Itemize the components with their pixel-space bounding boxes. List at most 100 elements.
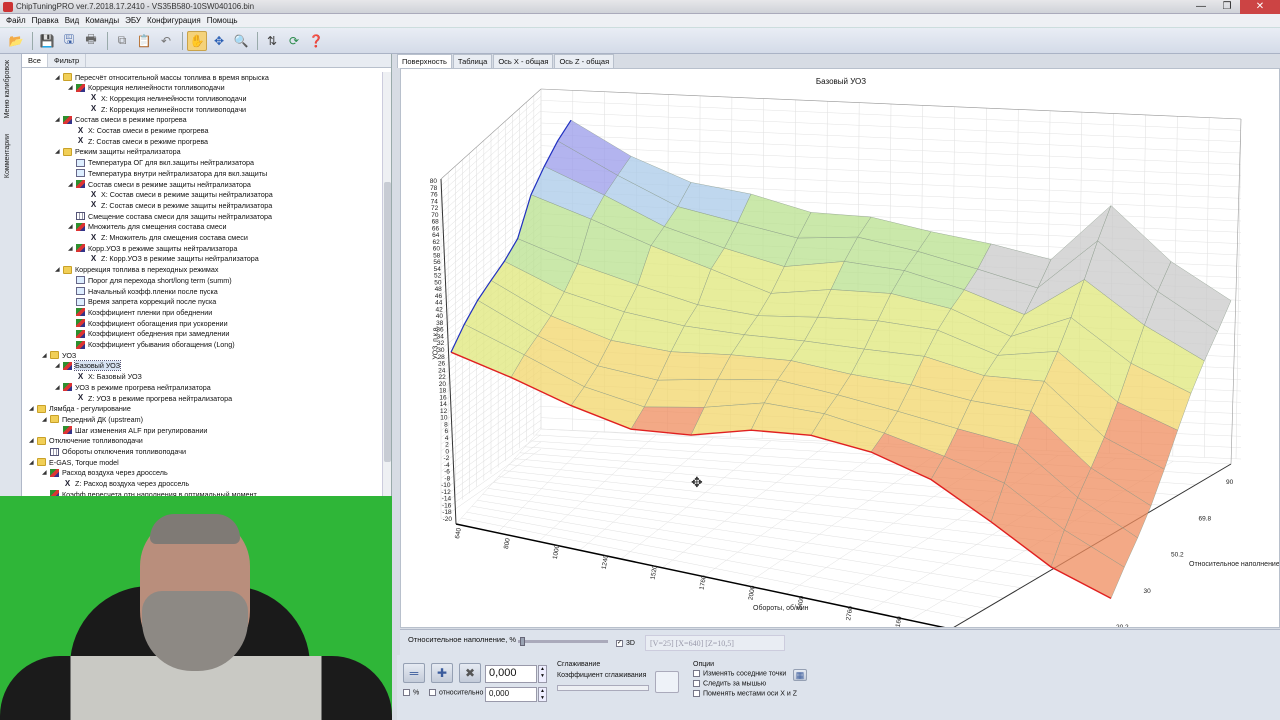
section-slider-track[interactable]: [518, 640, 608, 643]
tab-x-axis[interactable]: Ось X - общая: [493, 54, 554, 68]
maximize-button[interactable]: ❐: [1214, 0, 1240, 14]
tree-node[interactable]: X Z: Состав смеси в режиме защиты нейтрал…: [81, 200, 272, 210]
expand-arrow-icon[interactable]: ◢: [68, 223, 76, 230]
tree-node[interactable]: Коэффициент обеднения при замедлении: [68, 329, 229, 339]
tree-node[interactable]: ◢ E-GAS, Torque model: [29, 457, 119, 467]
tree-node[interactable]: X Z: Состав смеси в режиме прогрева: [68, 136, 208, 146]
tree-node[interactable]: X Z: УОЗ в режиме прогрева нейтрализатора: [68, 393, 232, 403]
option-change-neighbors[interactable]: Изменять соседние точки: [693, 670, 786, 677]
tree-node[interactable]: ◢ Режим защиты нейтрализатора: [55, 147, 181, 157]
percent-check[interactable]: %: [403, 689, 419, 696]
option-checkbox[interactable]: [693, 670, 700, 677]
tree-node[interactable]: Температура внутри нейтрализатора для вк…: [68, 168, 267, 178]
tree-node[interactable]: ◢ УОЗ в режиме прогрева нейтрализатора: [55, 382, 211, 392]
tab-z-axis[interactable]: Ось Z - общая: [554, 54, 615, 68]
surface-plot[interactable]: Базовый УОЗ 80 78 76 74 72 70 68 66 64 62 60 58 56 54…: [400, 68, 1280, 628]
tab-comments[interactable]: Комментарии: [4, 134, 11, 178]
tree-node[interactable]: Порог для перехода short/long term (summ…: [68, 275, 232, 285]
tree-node[interactable]: X Z: Коррекция нелинейности топливоподачи: [81, 104, 246, 114]
tree-node[interactable]: ◢ Базовый УОЗ: [55, 360, 122, 372]
tree-node[interactable]: Температура ОГ для вкл.защиты нейтрализа…: [68, 158, 254, 168]
smooth-icon[interactable]: [655, 671, 679, 693]
refresh-icon[interactable]: ⟳: [284, 31, 304, 51]
section-slider-handle[interactable]: [520, 637, 525, 646]
tab-all[interactable]: Все: [22, 54, 48, 67]
tab-surface[interactable]: Поверхность: [397, 54, 452, 68]
option-checkbox[interactable]: [693, 690, 700, 697]
paste-icon[interactable]: 📋: [134, 31, 154, 51]
relative-check[interactable]: относительно: [429, 689, 483, 696]
tree-node[interactable]: ◢ Передний ДК (upstream): [42, 414, 143, 424]
option-checkbox[interactable]: [693, 680, 700, 687]
expand-arrow-icon[interactable]: ◢: [55, 384, 63, 391]
percent-checkbox[interactable]: [403, 689, 410, 696]
expand-arrow-icon[interactable]: ◢: [29, 405, 37, 412]
tree-node[interactable]: Шаг изменения ALF при регулировании: [55, 425, 207, 435]
tree-node[interactable]: ◢ Множитель для смещения состава смеси: [68, 222, 226, 232]
menu-edit[interactable]: Правка: [32, 16, 59, 25]
tree-node[interactable]: ◢ Расход воздуха через дроссель: [42, 468, 168, 478]
menu-config[interactable]: Конфигурация: [147, 16, 201, 25]
tree-node[interactable]: ◢ Коррекция топлива в переходных режимах: [55, 265, 218, 275]
expand-arrow-icon[interactable]: ◢: [55, 362, 63, 369]
relative-value-spinner[interactable]: ▲ ▼: [538, 687, 547, 702]
expand-arrow-icon[interactable]: ◢: [29, 437, 37, 444]
expand-arrow-icon[interactable]: ◢: [29, 459, 37, 466]
print-icon[interactable]: 🖶: [81, 31, 101, 51]
tree-node[interactable]: ◢ Лямбда - регулирование: [29, 404, 131, 414]
tree-node[interactable]: Смещение состава смеси для защиты нейтра…: [68, 211, 272, 221]
expand-arrow-icon[interactable]: ◢: [68, 245, 76, 252]
zoom-icon[interactable]: 🔍: [231, 31, 251, 51]
tab-filter[interactable]: Фильтр: [48, 54, 87, 67]
menu-commands[interactable]: Команды: [85, 16, 119, 25]
multiply-value-button[interactable]: ✖: [459, 663, 481, 683]
tree-node[interactable]: Коэффициент пленки при обеднении: [68, 307, 212, 317]
expand-arrow-icon[interactable]: ◢: [42, 352, 50, 359]
expand-arrow-icon[interactable]: ◢: [55, 116, 63, 123]
expand-arrow-icon[interactable]: ◢: [68, 84, 76, 91]
tree-node[interactable]: ◢ Коррекция нелинейности топливоподачи: [68, 83, 225, 93]
add-value-button[interactable]: ✚: [431, 663, 453, 683]
tree-node[interactable]: X Z: Корр.УОЗ в режиме защиты нейтрализат…: [81, 254, 259, 264]
copy-icon[interactable]: ⧉: [112, 31, 132, 51]
tree-node[interactable]: Время запрета коррекций после пуска: [68, 297, 216, 307]
relative-value-input[interactable]: 0,000: [485, 687, 537, 702]
tree-node[interactable]: X X: Состав смеси в режиме защиты нейтрал…: [81, 190, 273, 200]
close-button[interactable]: ✕: [1240, 0, 1280, 14]
tab-calibration-menu[interactable]: Меню калибровок: [4, 60, 11, 118]
tree-node[interactable]: ◢ УОЗ: [42, 350, 76, 360]
tree-node[interactable]: X Z: Расход воздуха через дроссель: [55, 479, 189, 489]
save-as-icon[interactable]: 🖫: [59, 31, 79, 51]
option-follow-mouse[interactable]: Следить за мышью: [693, 680, 766, 687]
set-value-button[interactable]: ═: [403, 663, 425, 683]
tree-node[interactable]: X X: Коррекция нелинейности топливоподачи: [81, 93, 247, 103]
grid-icon[interactable]: ▦: [793, 669, 807, 681]
expand-arrow-icon[interactable]: ◢: [55, 148, 63, 155]
scrollbar-thumb[interactable]: [384, 182, 391, 462]
check-3d-box[interactable]: ✓: [616, 640, 623, 647]
tree-node[interactable]: Начальный коэфф.пленки после пуска: [68, 286, 218, 296]
tree-node[interactable]: X X: Состав смеси в режиме прогрева: [68, 126, 209, 136]
expand-arrow-icon[interactable]: ◢: [55, 266, 63, 273]
relative-checkbox[interactable]: [429, 689, 436, 696]
tree-node[interactable]: X X: Базовый УОЗ: [68, 372, 142, 382]
value-spinner[interactable]: ▲ ▼: [538, 665, 547, 683]
menu-help[interactable]: Помощь: [207, 16, 238, 25]
tree-node[interactable]: ◢ Отключение топливоподачи: [29, 436, 143, 446]
save-icon[interactable]: 💾: [37, 31, 57, 51]
tree-node[interactable]: Коэффициент обогащения при ускорении: [68, 318, 228, 328]
smoothing-slider[interactable]: [557, 685, 649, 691]
hand-tool-icon[interactable]: ✋: [187, 30, 207, 51]
tree-node[interactable]: ◢ Пересчёт относительной массы топлива в …: [55, 72, 269, 82]
expand-arrow-icon[interactable]: ◢: [68, 181, 76, 188]
tree-node[interactable]: Обороты отключения топливоподачи: [42, 447, 186, 457]
expand-arrow-icon[interactable]: ◢: [42, 469, 50, 476]
tree-node[interactable]: Коэффициент убывания обогащения (Long): [68, 340, 235, 350]
value-input[interactable]: 0,000: [485, 665, 537, 683]
help-icon[interactable]: ❓: [306, 31, 326, 51]
expand-arrow-icon[interactable]: ◢: [55, 74, 63, 81]
open-icon[interactable]: 📂: [6, 31, 26, 51]
menu-file[interactable]: Файл: [6, 16, 26, 25]
tab-table[interactable]: Таблица: [452, 54, 493, 68]
tree-node[interactable]: ◢ Корр.УОЗ в режиме защиты нейтрализатора: [68, 243, 237, 253]
